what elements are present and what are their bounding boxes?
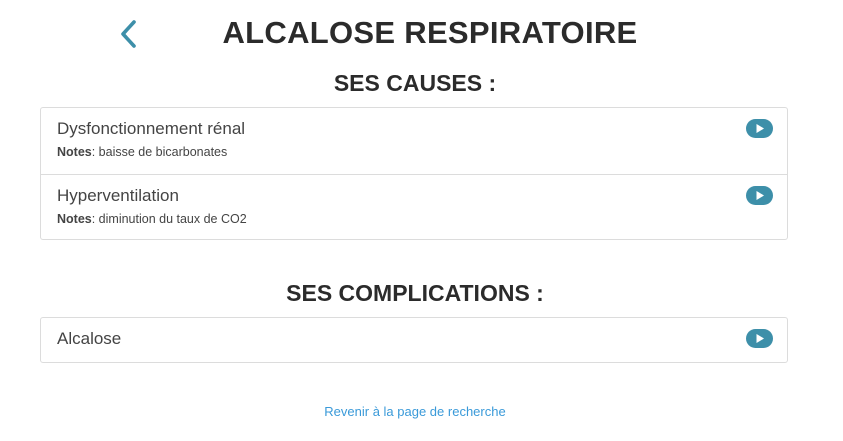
notes-text: : diminution du taux de CO2 <box>91 212 247 226</box>
complications-title: SES COMPLICATIONS : <box>286 280 544 306</box>
complications-list: Alcalose <box>40 317 788 363</box>
play-icon <box>756 124 764 133</box>
cause-item-label: Dysfonctionnement rénal <box>57 119 246 138</box>
cause-item-label: Hyperventilation <box>57 186 179 205</box>
play-icon <box>756 334 764 343</box>
open-complication-button[interactable] <box>746 329 773 348</box>
cause-item-notes: Notes: baisse de bicarbonates <box>57 144 771 160</box>
cause-item-hyperventilation[interactable]: Hyperventilation Notes: diminution du ta… <box>41 174 787 239</box>
notes-label: Notes <box>57 212 92 226</box>
page-title: ALCALOSE RESPIRATOIRE <box>222 15 638 50</box>
causes-list: Dysfonctionnement rénal Notes: baisse de… <box>40 107 788 240</box>
complication-item-label: Alcalose <box>57 329 122 348</box>
complication-item-alcalose[interactable]: Alcalose <box>41 318 787 362</box>
notes-text: : baisse de bicarbonates <box>91 145 228 159</box>
cause-item-renal[interactable]: Dysfonctionnement rénal Notes: baisse de… <box>41 108 787 174</box>
open-cause-button[interactable] <box>746 186 773 205</box>
cause-item-notes: Notes: diminution du taux de CO2 <box>57 211 771 227</box>
notes-label: Notes <box>57 145 92 159</box>
open-cause-button[interactable] <box>746 119 773 138</box>
play-icon <box>756 191 764 200</box>
back-to-search-link[interactable]: Revenir à la page de recherche <box>0 404 830 419</box>
causes-title: SES CAUSES : <box>333 70 497 96</box>
